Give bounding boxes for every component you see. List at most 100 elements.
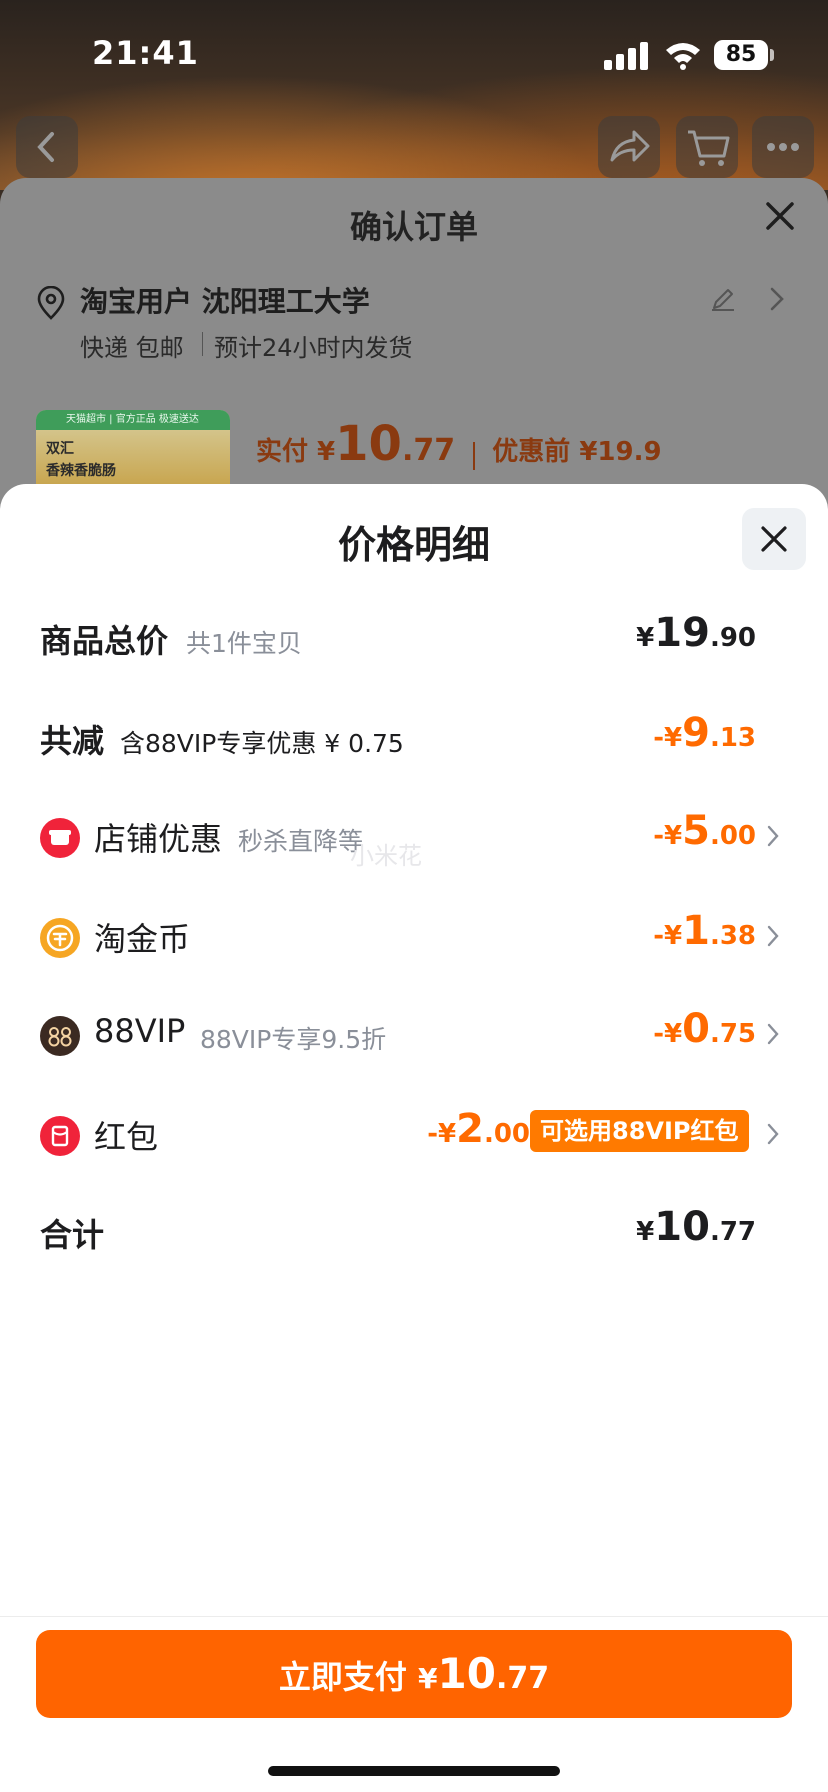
cart-button[interactable] [676,116,738,178]
chevron-right-icon [767,825,779,847]
gold-coin-icon [40,918,80,958]
close-icon[interactable] [760,196,800,236]
product-thumbnail[interactable]: 天猫超市 | 官方正品 极速送达 双汇 香辣香脆肠 [36,410,230,490]
row-label: 88VIP [94,1012,186,1050]
amount-decimal: .90 [709,623,756,653]
edit-pencil-icon[interactable] [710,286,736,312]
paid-amount-decimal: .77 [401,433,456,468]
row-label: 商品总价 [40,622,169,660]
red-packet-icon [40,1116,80,1156]
battery-tip [770,49,774,61]
status-bar: 21:41 85 [0,0,828,110]
chevron-left-icon [37,132,54,162]
row-subtext: 88VIP专享9.5折 [200,1025,387,1054]
cart-icon [688,130,730,166]
amount-integer: 10 [654,1204,710,1250]
amount-decimal: .13 [709,723,756,753]
thumbnail-product-name: 香辣香脆肠 [46,463,116,479]
row-label: 店铺优惠 [94,820,223,858]
row-taojinbi[interactable]: 淘金币 -¥1.38 [0,904,828,968]
row-label: 合计 [40,1216,105,1254]
footer-divider [0,1616,828,1617]
price-detail-title: 价格明细 [337,523,490,567]
paid-separator [472,441,475,470]
price-detail-sheet: 价格明细 商品总价 共1件宝贝 ¥19.90 共减 含88VIP专享优惠 ¥ 0… [0,484,828,1792]
thumbnail-banner: 天猫超市 | 官方正品 极速送达 [36,410,230,430]
pay-button-label: 立即支付 [278,1658,419,1696]
wifi-icon [666,43,700,70]
confirm-order-sheet: 确认订单 淘宝用户 沈阳理工大学 快递 包邮 预计24小时内发货 天猫超市 | … [0,178,828,518]
status-time: 21:41 [92,34,199,72]
chevron-right-icon[interactable] [768,286,786,312]
more-button[interactable] [752,116,814,178]
confirm-order-title: 确认订单 [349,208,478,246]
amount-integer: 0 [682,1006,710,1052]
amount-integer: 5 [682,808,710,854]
row-subtext: 含88VIP专享优惠 ¥ 0.75 [120,729,404,758]
amount-integer: 1 [682,908,710,954]
row-88vip[interactable]: 88VIP 88VIP专享9.5折 -¥0.75 [0,1002,828,1066]
close-icon [761,526,787,552]
row-red-packet[interactable]: 红包 -¥2.00 可选用88VIP红包 [0,1102,828,1166]
more-icon [767,143,799,151]
shipping-eta: 预计24小时内发货 [214,334,413,362]
address-name[interactable]: 淘宝用户 沈阳理工大学 [80,280,370,320]
amount-integer: 2 [456,1106,484,1152]
chevron-right-icon [767,1123,779,1145]
location-pin-icon [37,286,65,320]
row-grand-total: 合计 ¥10.77 [0,1200,828,1264]
pay-button-currency: ¥ [418,1662,438,1695]
row-subtext: 秒杀直降等 [238,827,364,856]
amount-decimal: .00 [709,821,756,851]
home-indicator[interactable] [268,1766,560,1776]
chevron-right-icon [767,925,779,947]
watermark: 小米花 [350,842,422,870]
amount-currency: -¥ [653,921,683,951]
close-button[interactable] [742,508,806,570]
pay-now-button[interactable]: 立即支付 ¥10.77 [36,1630,792,1718]
row-subtext: 共1件宝贝 [186,629,302,658]
amount-decimal: .77 [709,1217,756,1247]
pay-button-integer: 10 [437,1649,496,1698]
amount-currency: -¥ [427,1119,457,1149]
red-packet-amount: -¥2.00 [427,1106,530,1152]
amount-currency: -¥ [653,821,683,851]
row-total-discount: 共减 含88VIP专享优惠 ¥ 0.75 -¥9.13 [0,706,828,770]
88vip-red-packet-tag[interactable]: 可选用88VIP红包 [530,1110,749,1152]
taojinbi-amount: -¥1.38 [653,908,756,954]
88vip-icon [40,1016,80,1056]
share-button[interactable] [598,116,660,178]
amount-integer: 19 [654,610,710,656]
row-label: 共减 [40,722,105,760]
price-before-discount: 优惠前 ¥19.9 [492,437,662,467]
goods-total-amount: ¥19.90 [636,610,756,656]
amount-integer: 9 [682,710,710,756]
battery-indicator: 85 [714,40,768,70]
cellular-signal-icon [604,42,648,70]
paid-label: 实付 ¥ [256,437,336,467]
amount-currency: -¥ [653,1019,683,1049]
shipping-method: 快递 包邮 [80,334,184,362]
grand-total-amount: ¥10.77 [636,1204,756,1250]
amount-decimal: .38 [709,921,756,951]
total-discount-amount: -¥9.13 [653,710,756,756]
amount-currency: ¥ [636,1217,655,1247]
amount-decimal: .00 [483,1119,530,1149]
thumbnail-brand: 双汇 [46,441,74,457]
row-goods-total: 商品总价 共1件宝贝 ¥19.90 [0,606,828,670]
pay-button-decimal: .77 [495,1661,550,1696]
paid-amount-integer: 10 [335,416,402,472]
amount-currency: ¥ [636,623,655,653]
paid-amount-summary: 实付 ¥10.77 优惠前 ¥19.9 [256,416,662,472]
back-button[interactable] [16,116,78,178]
share-icon [610,130,650,162]
row-label: 淘金币 [94,920,191,958]
amount-currency: -¥ [653,723,683,753]
shipping-divider [202,332,203,356]
store-icon [40,818,80,858]
chevron-right-icon [767,1023,779,1045]
store-discount-amount: -¥5.00 [653,808,756,854]
row-label: 红包 [94,1118,159,1156]
88vip-amount: -¥0.75 [653,1006,756,1052]
amount-decimal: .75 [709,1019,756,1049]
